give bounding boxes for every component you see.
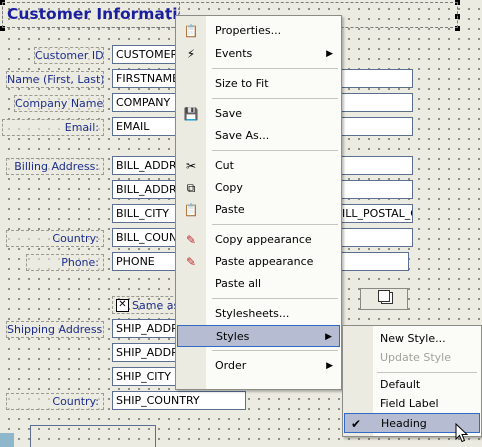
submenu-item-field-label[interactable]: Field Label: [344, 394, 480, 414]
field-bill-country-ext[interactable]: [339, 228, 413, 247]
field-bill-country[interactable]: BILL_COUNTR: [112, 228, 178, 247]
submenu-item-label: Default: [380, 378, 421, 391]
submenu-item-new-style[interactable]: New Style...: [344, 329, 480, 349]
label-company: Company Name:: [14, 95, 104, 112]
menu-item-paste-all[interactable]: Paste all: [177, 273, 340, 295]
menu-item-styles[interactable]: Styles ▶: [177, 325, 340, 347]
mouse-cursor-icon: [455, 422, 469, 443]
menu-item-label: Events: [215, 47, 253, 60]
menu-item-copy[interactable]: ⧉ Copy: [177, 177, 340, 199]
field-firstname[interactable]: FIRSTNAME: [112, 69, 178, 88]
copy-appearance-icon: ✎: [185, 233, 197, 247]
same-as-checkbox[interactable]: ✕: [116, 299, 129, 312]
menu-item-label: Paste all: [215, 277, 262, 290]
field-phone[interactable]: PHONE: [112, 252, 178, 271]
field-bill-address-2[interactable]: BILL_ADDRE: [112, 180, 178, 199]
menu-item-label: Paste appearance: [215, 255, 314, 268]
submenu-item-default[interactable]: Default: [344, 375, 480, 395]
field-email[interactable]: EMAIL: [112, 117, 178, 136]
label-customer-id: Customer ID:: [34, 47, 104, 64]
menu-separator: [212, 350, 338, 351]
corner-marker: [0, 433, 14, 447]
paste-appearance-icon: ✎: [185, 255, 197, 269]
menu-item-copy-appearance[interactable]: ✎ Copy appearance: [177, 229, 340, 251]
field-lastname[interactable]: [339, 69, 413, 88]
menu-item-size-to-fit[interactable]: Size to Fit: [177, 73, 340, 95]
menu-item-label: Cut: [215, 159, 234, 172]
field-ship-address-1[interactable]: SHIP_ADDRE: [112, 319, 178, 338]
field-ship-country[interactable]: SHIP_COUNTRY: [112, 391, 246, 410]
submenu-item-label: Heading: [381, 417, 427, 430]
menu-item-cut[interactable]: ✂ Cut: [177, 155, 340, 177]
field-ship-address-2[interactable]: SHIP_ADDRE: [112, 343, 178, 362]
field-company[interactable]: COMPANY: [112, 93, 178, 112]
menu-item-label: Order: [215, 359, 247, 372]
menu-item-stylesheets[interactable]: Stylesheets...: [177, 303, 340, 325]
styles-submenu: New Style... Update Style Default Field …: [342, 325, 482, 437]
label-country-billing: Country:: [6, 230, 104, 247]
menu-item-order[interactable]: Order ▶: [177, 355, 340, 377]
submenu-arrow-icon: ▶: [326, 49, 333, 59]
context-menu: 📋 Properties... ⚡ Events ▶ Size to Fit 💾…: [175, 15, 342, 390]
submenu-item-label: Field Label: [380, 397, 439, 410]
menu-item-label: Paste: [215, 203, 245, 216]
label-phone: Phone:: [26, 254, 104, 271]
field-bill-address-1-ext[interactable]: [339, 156, 413, 175]
submenu-arrow-icon: ▶: [325, 332, 332, 342]
bottom-control[interactable]: [30, 425, 156, 447]
menu-item-paste-appearance[interactable]: ✎ Paste appearance: [177, 251, 340, 273]
menu-item-paste[interactable]: 📋 Paste: [177, 199, 340, 221]
label-name: Name (First, Last):: [6, 71, 104, 88]
save-icon: 💾: [183, 107, 199, 121]
same-as-checkbox-group[interactable]: ✕ Same as: [112, 296, 180, 314]
checkmark-icon: ✔: [351, 417, 362, 431]
menu-item-label: Properties...: [215, 24, 282, 37]
events-icon: ⚡: [186, 47, 196, 61]
field-bill-address-1[interactable]: BILL_ADDRE: [112, 156, 178, 175]
menu-item-save[interactable]: 💾 Save: [177, 103, 340, 125]
menu-separator: [377, 372, 477, 373]
paste-icon: 📋: [183, 203, 199, 217]
field-company-ext[interactable]: [339, 93, 413, 112]
field-phone-ext[interactable]: [339, 252, 409, 271]
field-bill-address-2-ext[interactable]: [339, 180, 413, 199]
submenu-item-update-style: Update Style: [344, 348, 480, 368]
field-customer-id[interactable]: CUSTOMER_: [112, 45, 178, 64]
menu-item-label: Copy: [215, 181, 243, 194]
menu-item-label: Stylesheets...: [215, 307, 290, 320]
menu-separator: [212, 150, 338, 151]
submenu-arrow-icon: ▶: [326, 361, 333, 371]
label-shipping: Shipping Address:: [6, 321, 104, 338]
submenu-item-label: Update Style: [380, 351, 451, 364]
menu-item-label: Size to Fit: [215, 77, 269, 90]
menu-item-events[interactable]: ⚡ Events ▶: [177, 43, 340, 65]
field-ship-city[interactable]: SHIP_CITY: [112, 367, 178, 386]
menu-item-save-as[interactable]: Save As...: [177, 125, 340, 147]
menu-separator: [212, 68, 338, 69]
cut-icon: ✂: [185, 159, 197, 173]
properties-icon: 📋: [183, 24, 199, 38]
label-country-shipping: Country:: [6, 393, 104, 410]
menu-item-label: Styles: [216, 330, 250, 343]
menu-separator: [212, 298, 338, 299]
menu-item-properties[interactable]: 📋 Properties...: [177, 20, 340, 42]
submenu-item-label: New Style...: [380, 332, 446, 345]
same-as-label: Same as: [132, 299, 180, 312]
label-email: Email:: [2, 119, 104, 136]
copy-icon: ⧉: [186, 181, 196, 195]
field-bill-postal[interactable]: ILL_POSTAL_C: [339, 204, 413, 223]
menu-separator: [212, 98, 338, 99]
menu-item-label: Save As...: [215, 129, 270, 142]
label-billing: Billing Address:: [6, 158, 104, 175]
menu-separator: [212, 224, 338, 225]
copy-icon: [378, 290, 390, 302]
field-bill-city[interactable]: BILL_CITY: [112, 204, 178, 223]
menu-item-label: Copy appearance: [215, 233, 312, 246]
copy-address-button[interactable]: [360, 288, 408, 310]
field-email-ext[interactable]: [339, 117, 413, 136]
menu-item-label: Save: [215, 107, 243, 120]
